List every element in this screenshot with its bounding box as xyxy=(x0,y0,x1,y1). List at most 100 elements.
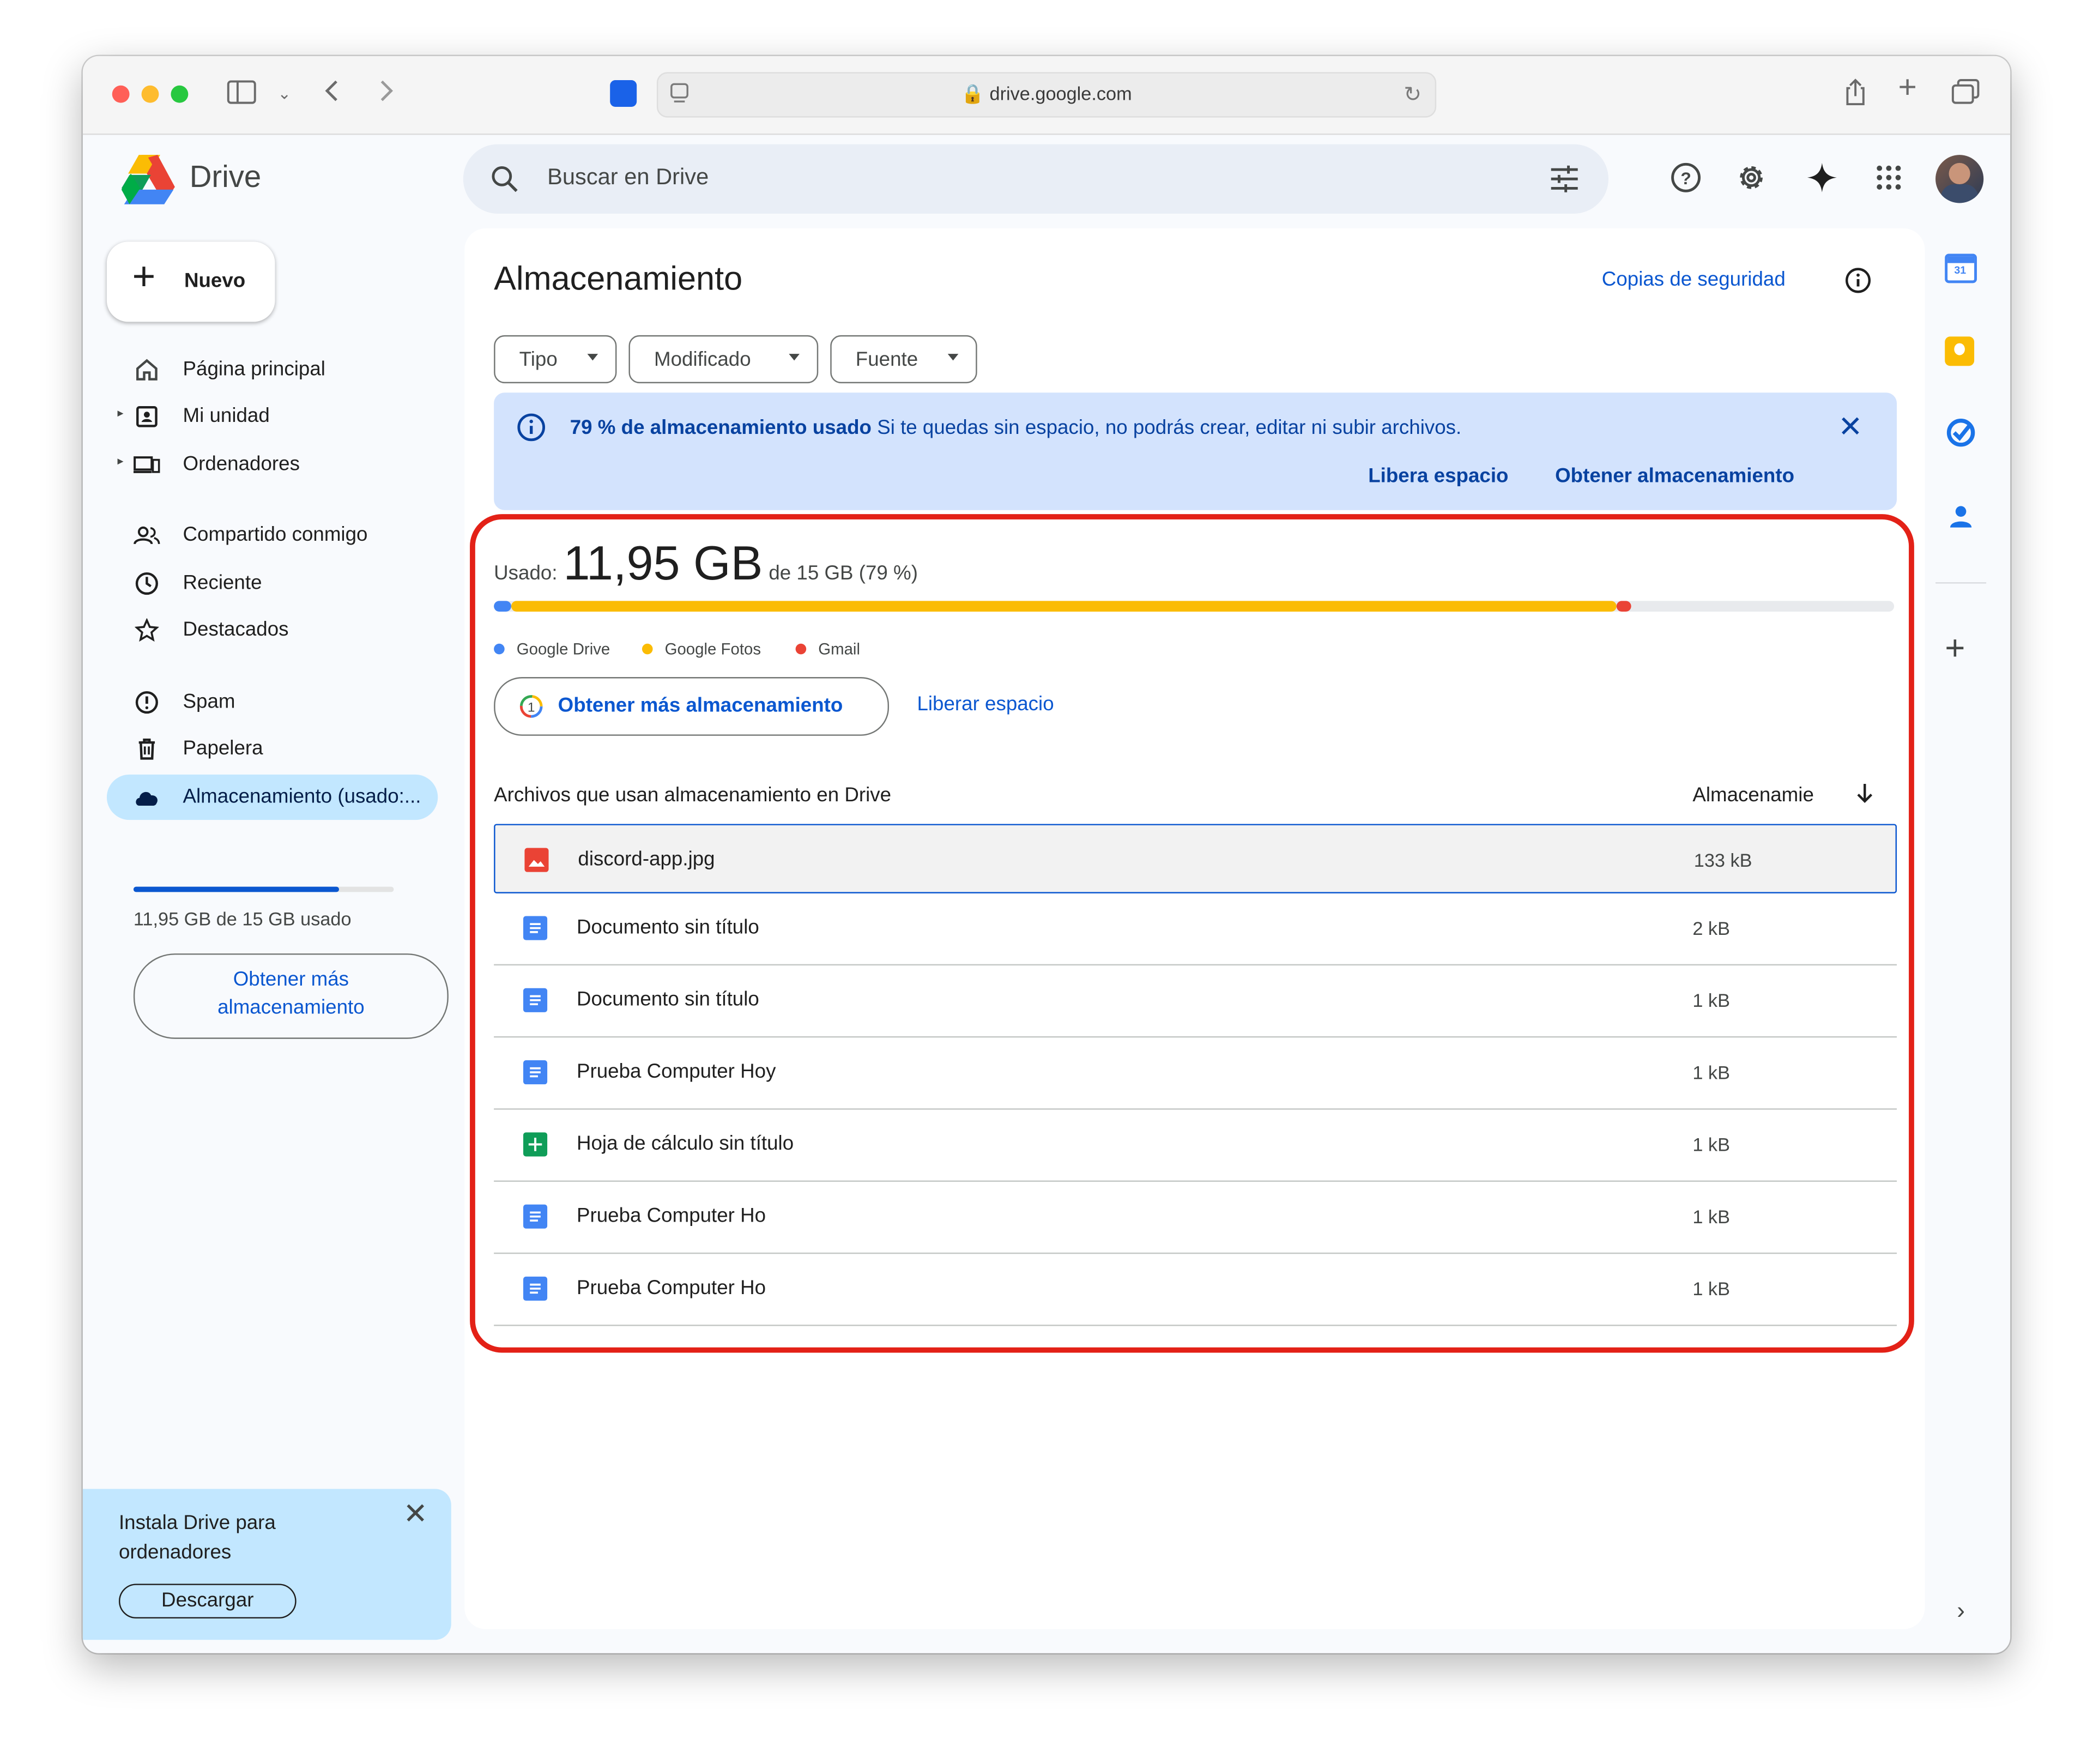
minimize-window-button[interactable] xyxy=(141,85,159,103)
install-drive-promo: Instala Drive para ordenadores ✕ Descarg… xyxy=(82,1489,451,1640)
get-storage-link[interactable]: Obtener almacenamiento xyxy=(1555,464,1794,487)
close-icon[interactable]: ✕ xyxy=(403,1497,428,1532)
sidebar-item-label: Ordenadores xyxy=(183,452,300,476)
legend-dot xyxy=(494,643,505,655)
search-input[interactable]: Buscar en Drive xyxy=(547,164,709,191)
legend-label: Google Drive xyxy=(516,639,610,659)
banner-bold-text: 79 % de almacenamiento usado xyxy=(570,416,872,439)
cloud-icon xyxy=(134,784,160,811)
storage-warning-banner: 79 % de almacenamiento usado Si te queda… xyxy=(494,392,1897,510)
file-name: Prueba Computer Ho xyxy=(576,1276,766,1300)
sidebar-item-storage[interactable]: Almacenamiento (usado:... xyxy=(106,774,438,820)
file-size: 1 kB xyxy=(1692,1061,1730,1083)
url-text: drive.google.com xyxy=(989,82,1132,105)
docs-file-icon xyxy=(523,916,548,940)
search-bar[interactable]: Buscar en Drive xyxy=(463,144,1609,214)
info-icon xyxy=(517,413,546,449)
close-icon[interactable]: ✕ xyxy=(1838,410,1862,445)
my-drive-icon xyxy=(134,403,160,430)
address-bar[interactable]: 🔒 drive.google.com ↻ xyxy=(656,72,1437,118)
info-icon[interactable] xyxy=(1843,265,1873,295)
back-arrow-icon[interactable] xyxy=(323,77,342,110)
clock-icon xyxy=(134,570,160,597)
get-more-storage-button[interactable]: Obtener más almacenamiento xyxy=(133,953,449,1039)
sidebar-item-shared-with-me[interactable]: Compartido conmigo xyxy=(107,513,438,558)
free-space-link[interactable]: Libera espacio xyxy=(1368,464,1508,487)
keep-icon[interactable] xyxy=(1945,336,1975,366)
reload-icon[interactable]: ↻ xyxy=(1404,81,1421,108)
sidebar-item-label: Mi unidad xyxy=(183,404,270,427)
button-label-line: almacenamiento xyxy=(217,996,365,1019)
share-icon[interactable] xyxy=(1842,77,1869,112)
main-content: Almacenamiento Copias de seguridad Tipo … xyxy=(464,228,1925,1629)
storage-usage-text: 11,95 GB de 15 GB usado xyxy=(133,908,352,929)
expand-caret-icon[interactable]: ▸ xyxy=(118,406,124,421)
help-icon[interactable]: ? xyxy=(1668,160,1703,195)
filter-type-chip[interactable]: Tipo xyxy=(494,335,617,384)
sort-arrow-down-icon[interactable] xyxy=(1855,781,1874,811)
zoom-window-button[interactable] xyxy=(171,85,189,103)
expand-caret-icon[interactable]: ▸ xyxy=(118,454,124,469)
expand-panel-chevron-icon[interactable]: › xyxy=(1957,1597,1965,1625)
new-button-label: Nuevo xyxy=(184,269,246,293)
calendar-icon[interactable]: 31 xyxy=(1945,253,1977,283)
apps-grid-icon[interactable] xyxy=(1871,160,1906,195)
app-name[interactable]: Drive xyxy=(190,159,261,195)
button-label: Obtener más almacenamiento xyxy=(558,694,843,717)
file-size: 1 kB xyxy=(1692,1278,1730,1300)
get-more-storage-button[interactable]: 1 Obtener más almacenamiento xyxy=(494,676,890,736)
table-row[interactable]: Prueba Computer Ho 1 kB xyxy=(494,1254,1897,1326)
legend-item-photos: Google Fotos xyxy=(642,639,761,659)
storage-usage-summary: Usado: 11,95 GB de 15 GB (79 %) xyxy=(494,535,918,591)
file-name: Hoja de cálculo sin título xyxy=(576,1132,794,1155)
lock-icon: 🔒 xyxy=(961,82,985,105)
backups-link[interactable]: Copias de seguridad xyxy=(1602,268,1786,291)
column-header-storage[interactable]: Almacenamie xyxy=(1692,784,1814,807)
search-icon[interactable] xyxy=(487,161,522,196)
legend-dot xyxy=(642,643,653,655)
tasks-icon[interactable] xyxy=(1945,416,1977,455)
add-addon-plus-icon[interactable]: + xyxy=(1945,630,1965,665)
settings-gear-icon[interactable] xyxy=(1734,160,1769,195)
table-row[interactable]: discord-app.jpg 133 kB xyxy=(494,824,1897,893)
sidebar-item-recent[interactable]: Reciente xyxy=(107,561,438,606)
avatar[interactable] xyxy=(1935,155,1984,203)
sidebar-item-label: Almacenamiento (usado:... xyxy=(183,785,421,808)
download-button[interactable]: Descargar xyxy=(118,1584,297,1619)
storage-segment-drive xyxy=(494,601,511,612)
close-window-button[interactable] xyxy=(112,85,130,103)
legend-label: Google Fotos xyxy=(664,639,761,659)
filter-source-chip[interactable]: Fuente xyxy=(830,335,977,384)
sidebar-item-label: Papelera xyxy=(183,737,263,760)
sidebar-item-my-drive[interactable]: ▸ Mi unidad xyxy=(107,394,438,439)
table-row[interactable]: Hoja de cálculo sin título 1 kB xyxy=(494,1110,1897,1182)
home-icon xyxy=(134,357,160,383)
sidebar-item-spam[interactable]: Spam xyxy=(107,680,438,725)
free-space-link[interactable]: Liberar espacio xyxy=(917,693,1054,716)
contacts-icon[interactable] xyxy=(1945,501,1977,540)
table-row[interactable]: Prueba Computer Ho 1 kB xyxy=(494,1182,1897,1254)
sidebar-item-trash[interactable]: Papelera xyxy=(107,727,438,772)
search-options-icon[interactable] xyxy=(1547,163,1582,195)
trash-icon xyxy=(134,736,160,763)
google-one-icon: 1 xyxy=(519,694,543,725)
filter-modified-chip[interactable]: Modificado xyxy=(628,335,819,384)
dropdown-arrow-icon xyxy=(789,354,800,361)
table-row[interactable]: Prueba Computer Hoy 1 kB xyxy=(494,1037,1897,1110)
chip-label: Modificado xyxy=(654,348,751,372)
new-tab-icon[interactable]: + xyxy=(1898,71,1916,104)
forward-arrow-icon[interactable] xyxy=(377,77,395,110)
drive-logo-icon[interactable] xyxy=(120,152,179,212)
sidebar-item-home[interactable]: Página principal xyxy=(107,347,438,392)
gemini-sparkle-icon[interactable] xyxy=(1805,160,1840,195)
extension-icon[interactable] xyxy=(610,80,637,107)
new-button[interactable]: + Nuevo xyxy=(106,241,275,322)
sidebar-toggle-icon[interactable] xyxy=(227,79,256,111)
table-row[interactable]: Documento sin título 2 kB xyxy=(494,893,1897,966)
chevron-down-icon[interactable]: ⌄ xyxy=(277,80,291,107)
promo-text: Instala Drive para ordenadores xyxy=(118,1512,276,1564)
sidebar-item-starred[interactable]: Destacados xyxy=(107,608,438,653)
table-row[interactable]: Documento sin título 1 kB xyxy=(494,965,1897,1038)
tab-overview-icon[interactable] xyxy=(1951,79,1981,111)
sidebar-item-computers[interactable]: ▸ Ordenadores xyxy=(107,442,438,487)
